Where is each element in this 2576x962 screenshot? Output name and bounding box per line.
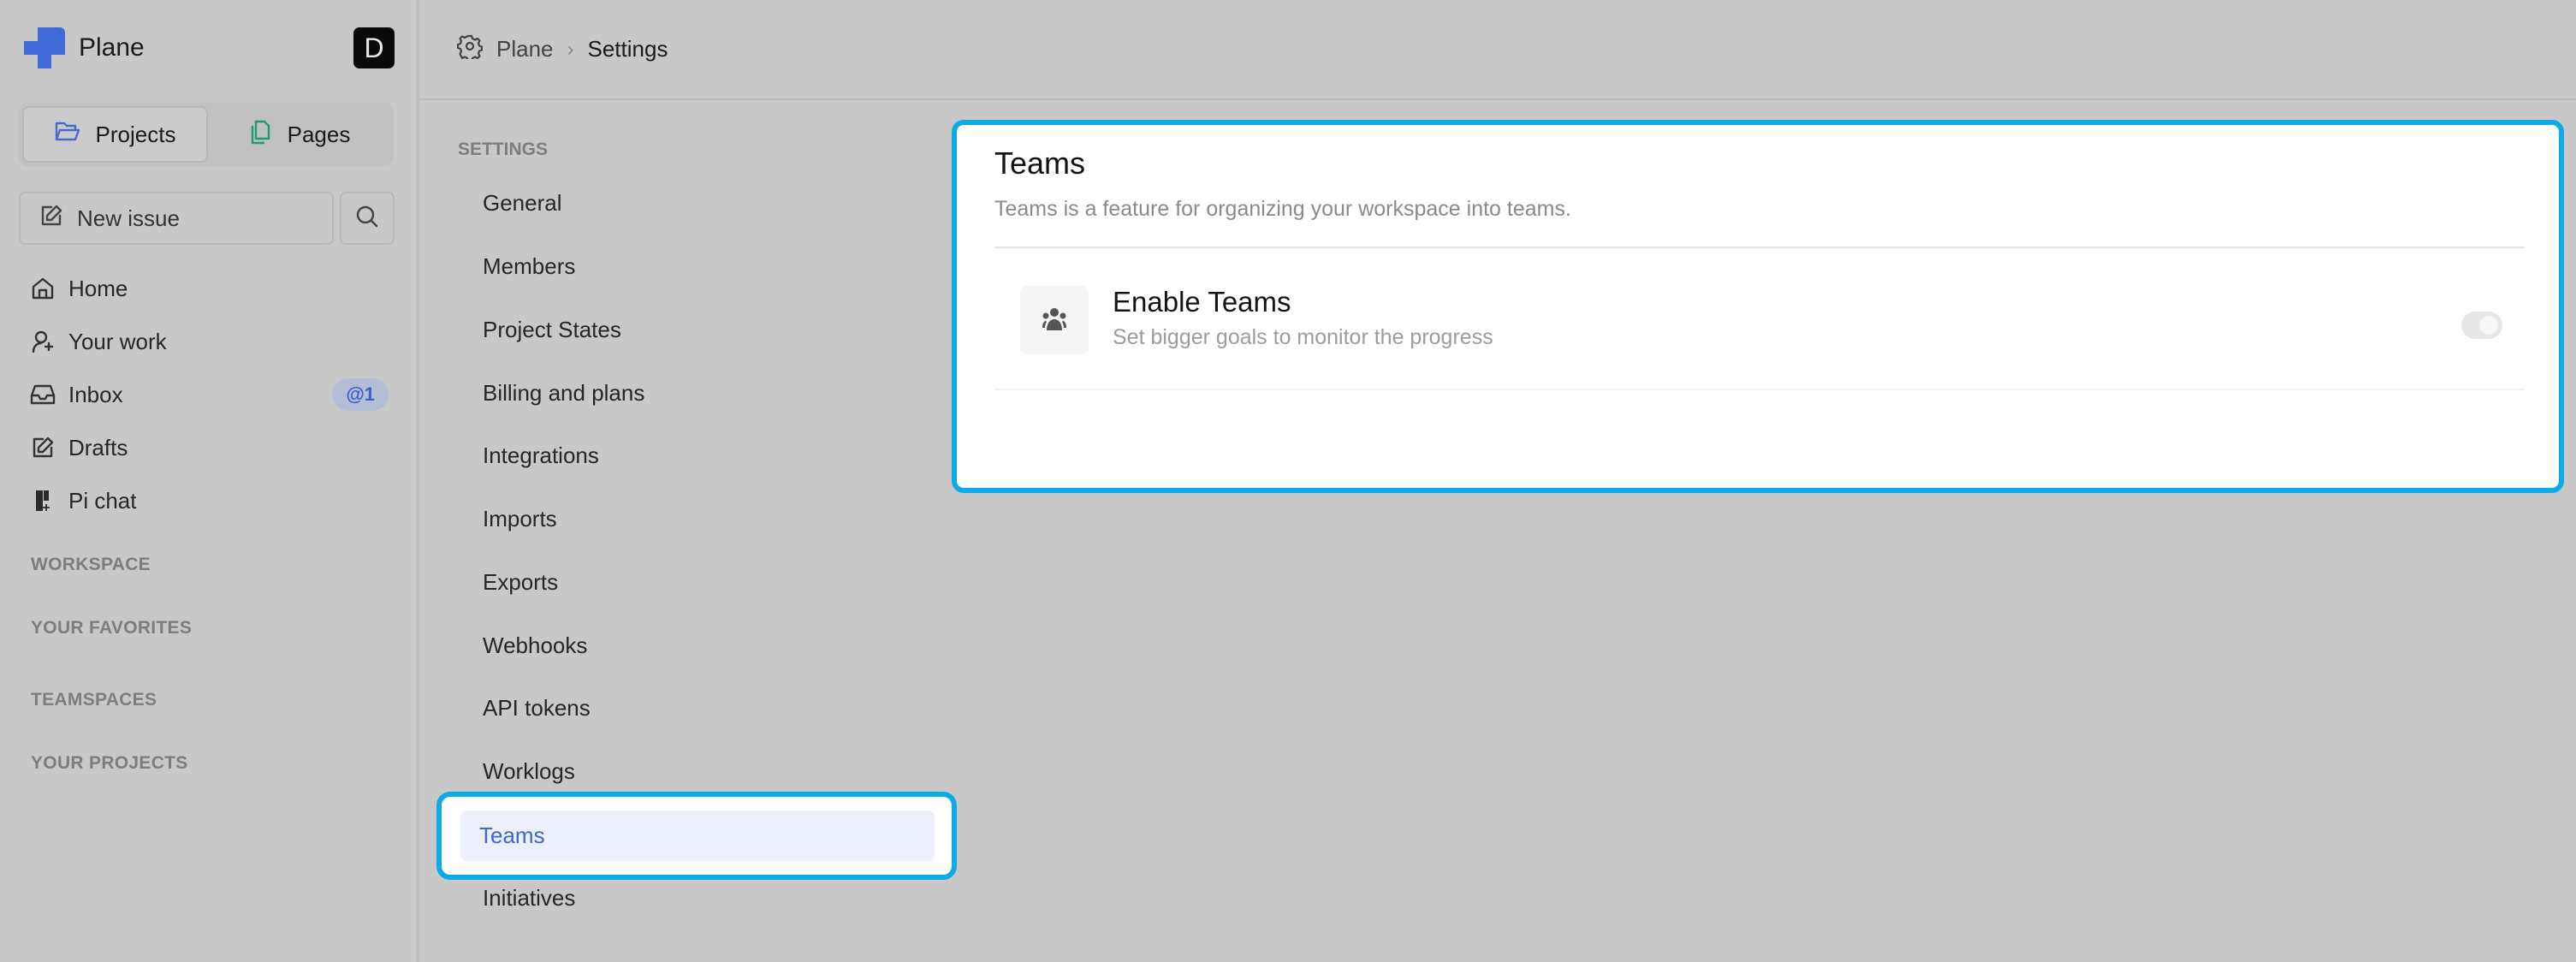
projects-pages-switch: Projects Pages <box>19 103 394 166</box>
settings-item-exports[interactable]: Exports <box>483 569 558 596</box>
breadcrumb: Plane › Settings <box>419 0 2576 100</box>
chevron-right-icon: › <box>567 37 574 61</box>
nav-label: Drafts <box>68 434 128 460</box>
teams-group-icon <box>1020 286 1089 354</box>
sidebar: Plane D Projects Pages New issue Home Yo… <box>0 0 419 962</box>
settings-item-teams-highlight: Teams <box>436 792 957 880</box>
nav-item-home[interactable]: Home <box>29 267 389 310</box>
settings-item-project-states[interactable]: Project States <box>483 317 621 343</box>
feature-description: Set bigger goals to monitor the progress <box>1113 325 1493 349</box>
section-your-favorites[interactable]: YOUR FAVORITES <box>31 618 192 638</box>
settings-item-teams[interactable]: Teams <box>460 811 935 861</box>
nav-label: Home <box>68 275 128 301</box>
settings-item-webhooks[interactable]: Webhooks <box>483 632 587 659</box>
folder-open-icon <box>55 121 80 149</box>
plane-logo-icon <box>24 27 65 68</box>
divider <box>994 389 2525 390</box>
settings-item-members[interactable]: Members <box>483 253 575 280</box>
pages-tab[interactable]: Pages <box>208 106 390 163</box>
pages-icon <box>248 119 272 151</box>
breadcrumb-workspace[interactable]: Plane <box>496 36 554 62</box>
settings-item-integrations[interactable]: Integrations <box>483 442 599 469</box>
new-issue-button[interactable]: New issue <box>19 192 334 245</box>
teams-settings-card: Teams Teams is a feature for organizing … <box>952 120 2564 493</box>
page-description: Teams is a feature for organizing your w… <box>994 197 1571 221</box>
nav-label: Inbox <box>68 381 123 407</box>
settings-item-api-tokens[interactable]: API tokens <box>483 695 591 722</box>
settings-item-worklogs[interactable]: Worklogs <box>483 758 575 785</box>
nav-item-pi-chat[interactable]: Pi chat <box>29 479 389 522</box>
inbox-icon <box>29 381 56 408</box>
divider <box>994 246 2525 248</box>
new-issue-label: New issue <box>77 205 180 231</box>
workspace-name: Plane <box>79 33 145 62</box>
search-button[interactable] <box>340 192 395 245</box>
projects-tab-label: Projects <box>95 121 176 147</box>
settings-item-billing[interactable]: Billing and plans <box>483 380 644 407</box>
inbox-mention-badge: @1 <box>332 378 389 411</box>
settings-section-label: SETTINGS <box>458 140 549 159</box>
toggle-knob <box>2479 316 2498 335</box>
section-your-projects[interactable]: YOUR PROJECTS <box>31 753 188 774</box>
section-teamspaces[interactable]: TEAMSPACES <box>31 690 157 710</box>
settings-item-initiatives[interactable]: Initiatives <box>483 885 575 912</box>
settings-gear-icon <box>456 33 484 65</box>
section-workspace[interactable]: WORKSPACE <box>31 555 151 575</box>
nav-item-inbox[interactable]: Inbox @1 <box>29 373 389 416</box>
home-icon <box>29 275 56 302</box>
workspace-brand[interactable]: Plane <box>24 27 145 68</box>
page-title: Teams <box>994 145 1086 181</box>
nav-label: Pi chat <box>68 487 137 514</box>
search-icon <box>355 205 379 233</box>
feature-title: Enable Teams <box>1113 286 1291 318</box>
enable-teams-toggle[interactable] <box>2461 312 2502 339</box>
pi-chat-icon <box>29 487 56 514</box>
new-issue-icon <box>39 204 63 234</box>
settings-item-general[interactable]: General <box>483 190 562 217</box>
nav-label: Your work <box>68 328 167 354</box>
breadcrumb-current: Settings <box>587 36 668 62</box>
nav-item-drafts[interactable]: Drafts <box>29 426 389 469</box>
pencil-square-icon <box>29 434 56 461</box>
pages-tab-label: Pages <box>287 121 351 147</box>
nav-item-your-work[interactable]: Your work <box>29 320 389 363</box>
projects-tab[interactable]: Projects <box>22 106 208 163</box>
user-sparkle-icon <box>29 328 56 355</box>
settings-item-imports[interactable]: Imports <box>483 506 557 532</box>
user-avatar[interactable]: D <box>353 27 395 68</box>
